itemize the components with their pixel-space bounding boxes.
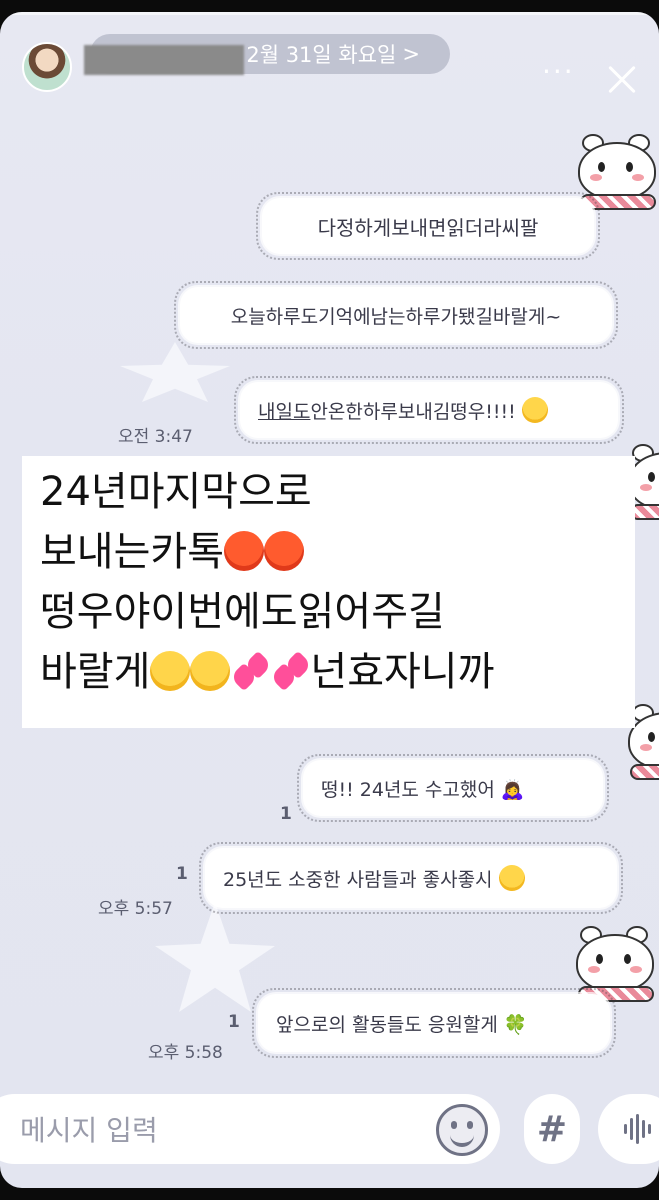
hearts-icon	[270, 651, 310, 691]
waveform-icon	[648, 1124, 651, 1134]
hot-face-icon	[264, 531, 304, 571]
message-text: 다정하게보내면읽더라씨팔	[317, 215, 539, 240]
message-input[interactable]: 메시지 입력	[0, 1094, 500, 1164]
hashtag-button[interactable]: #	[524, 1094, 580, 1164]
message-text: 안온한하루보내김떵우!!!!	[310, 400, 516, 423]
voice-button[interactable]	[598, 1094, 659, 1164]
smiling-face-icon	[190, 651, 231, 691]
message-text: 앞으로의 활동들도 응원할게 🍀	[276, 1013, 528, 1036]
message-text: 떵!! 24년도 수고했어 🙇‍♀️	[321, 778, 525, 801]
message-text: 오늘하루도기억에남는하루가됐길바랄게~	[230, 305, 562, 328]
waveform-icon	[630, 1118, 633, 1140]
close-icon[interactable]	[600, 58, 644, 102]
avatar[interactable]	[22, 42, 72, 92]
waveform-icon	[636, 1114, 639, 1144]
overlay-line: 보내는카톡	[40, 522, 617, 582]
smiling-face-icon	[150, 651, 191, 691]
date-label: 2월 31일 화요일	[246, 43, 397, 67]
overlay-line: 떵우야이번에도읽어주길	[40, 589, 445, 635]
chat-bubble: 25년도 소중한 사람들과 좋사좋시	[199, 842, 623, 914]
waveform-icon	[642, 1120, 645, 1138]
overlay-text: 보내는카톡	[40, 529, 224, 575]
waveform-icon	[624, 1124, 627, 1134]
chat-bubble: 다정하게보내면읽더라씨팔	[256, 192, 600, 260]
message-input-placeholder: 메시지 입력	[20, 1114, 158, 1147]
chat-bubble: 오늘하루도기억에남는하루가됐길바랄게~	[174, 281, 618, 349]
star-decoration	[120, 342, 230, 402]
smiling-face-icon	[498, 865, 525, 891]
unread-count: 1	[228, 1012, 240, 1032]
chat-bubble: 내일도 안온한하루보내김떵우!!!!	[234, 376, 624, 444]
more-dots-icon[interactable]: ···	[542, 58, 575, 86]
hashtag-icon: #	[536, 1108, 568, 1150]
chat-bubble: 앞으로의 활동들도 응원할게 🍀	[252, 988, 616, 1058]
chat-bubble: 떵!! 24년도 수고했어 🙇‍♀️	[297, 754, 609, 822]
story-progress-bar	[12, 12, 647, 15]
hot-face-icon	[224, 531, 264, 571]
unread-count: 1	[176, 864, 188, 884]
redacted-username	[84, 45, 244, 75]
overlay-line: 바랄게 넌효자니까	[40, 642, 617, 702]
smiling-face-icon	[521, 397, 548, 423]
emoticon-button[interactable]	[436, 1104, 488, 1156]
message-time: 오후 5:57	[98, 899, 173, 919]
overlay-line: 24년마지막으로	[40, 469, 312, 515]
overlay-text: 바랄게	[40, 649, 151, 695]
story-text-overlay: 24년마지막으로 보내는카톡 떵우야이번에도읽어주길 바랄게 넌효자니까	[22, 456, 635, 728]
message-text: 25년도 소중한 사람들과 좋사좋시	[223, 868, 493, 891]
message-time: 오후 5:58	[148, 1043, 223, 1063]
unread-count: 1	[280, 804, 292, 824]
hearts-icon	[230, 651, 270, 691]
overlay-text: 넌효자니까	[310, 649, 495, 695]
chevron-right-icon: >	[402, 42, 420, 66]
story-screen: 2월 31일 화요일 > ··· 다정하게보내면읽더라씨팔 오늘하루도기억에남는…	[0, 12, 659, 1188]
message-text-underlined: 내일도	[258, 400, 311, 423]
message-time: 오전 3:47	[118, 427, 193, 447]
star-decoration	[155, 902, 275, 1012]
